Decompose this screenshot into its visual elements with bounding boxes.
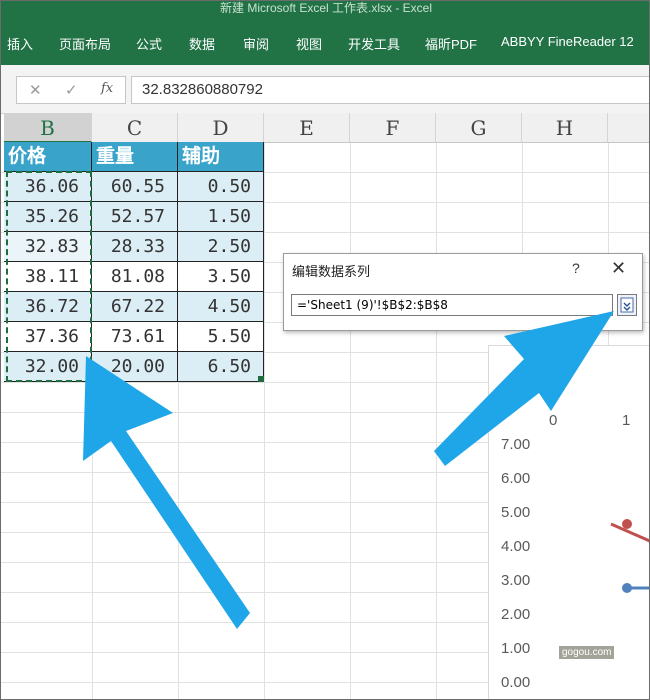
arrow-left-annotation [83, 356, 250, 629]
excel-window: 新建 Microsoft Excel 工作表.xlsx - Excel 插入 页… [0, 0, 650, 700]
annotation-arrows [83, 311, 614, 629]
arrow-right-annotation [434, 311, 614, 466]
